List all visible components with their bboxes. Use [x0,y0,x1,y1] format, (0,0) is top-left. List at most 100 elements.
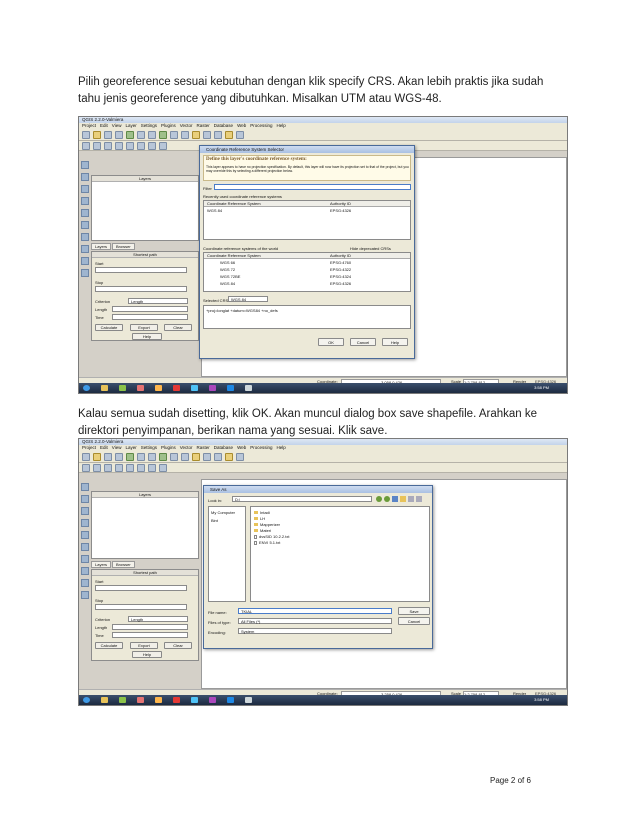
menu-plugins[interactable]: Plugins [161,445,176,450]
encoding-select[interactable]: System [238,628,392,634]
start-icon[interactable] [83,385,90,391]
list-item[interactable]: Intadi [254,510,270,515]
cut-icon[interactable] [148,141,156,150]
world-row-id[interactable]: EPSG:4326 [330,281,351,286]
menu-help[interactable]: Help [277,123,286,128]
move-feature-icon[interactable] [115,141,123,150]
move-feature-icon[interactable] [115,463,123,472]
menu-view[interactable]: View [112,123,122,128]
world-row-name[interactable]: WGS 66 [220,260,235,265]
start-icon[interactable] [83,697,90,703]
app-icon[interactable] [245,697,252,703]
tab-browser[interactable]: Browser [112,243,135,250]
edit-icon[interactable] [82,463,90,472]
add-postgis-icon[interactable] [81,185,89,193]
back-icon[interactable] [376,496,382,502]
place-bint[interactable]: Bint [211,518,218,523]
edit-icon[interactable] [82,141,90,150]
menu-settings[interactable]: Settings [141,123,157,128]
menu-database[interactable]: Database [214,445,233,450]
add-wfs-icon[interactable] [81,245,89,253]
word-icon[interactable] [227,385,234,391]
app-icon[interactable] [209,697,216,703]
attribute-table-icon[interactable] [203,130,211,139]
save-project-icon[interactable] [104,130,112,139]
open-project-icon[interactable] [93,452,101,461]
node-tool-icon[interactable] [126,463,134,472]
identify-icon[interactable] [170,452,178,461]
app-icon[interactable] [245,385,252,391]
app-icon[interactable] [155,697,162,703]
add-raster-icon[interactable] [81,173,89,181]
add-postgis-icon[interactable] [81,507,89,515]
node-tool-icon[interactable] [126,141,134,150]
cut-icon[interactable] [148,463,156,472]
clear-button[interactable]: Clear [164,324,192,331]
menu-database[interactable]: Database [214,123,233,128]
zoom-in-icon[interactable] [137,452,145,461]
app-icon[interactable] [137,697,144,703]
add-wcs-icon[interactable] [81,233,89,241]
criterion-select[interactable]: Length [128,616,188,622]
refresh-icon[interactable] [159,452,167,461]
explorer-icon[interactable] [101,697,108,703]
up-folder-icon[interactable] [392,496,398,502]
menu-settings[interactable]: Settings [141,445,157,450]
recent-row-id[interactable]: EPSG:4326 [330,208,351,213]
help-icon[interactable] [236,452,244,461]
new-shapefile-icon[interactable] [81,579,89,587]
print-icon[interactable] [115,130,123,139]
add-wcs-icon[interactable] [81,555,89,563]
stop-input[interactable] [95,286,187,292]
add-wms-icon[interactable] [81,221,89,229]
list-item[interactable]: Materi [254,528,271,533]
help-button[interactable]: Help [132,651,162,658]
world-row-id[interactable]: EPSG:4324 [330,274,351,279]
menu-plugins[interactable]: Plugins [161,123,176,128]
app-icon[interactable] [137,385,144,391]
recent-row-name[interactable]: WGS 84 [207,208,222,213]
select-icon[interactable] [181,130,189,139]
place-my-computer[interactable]: My Computer [211,510,235,515]
menu-raster[interactable]: Raster [197,445,210,450]
list-item[interactable]: LH [254,516,265,521]
map-tips-icon[interactable] [214,130,222,139]
export-button[interactable]: Export [130,324,158,331]
menu-vector[interactable]: Vector [180,123,193,128]
help-icon[interactable] [236,130,244,139]
menu-vector[interactable]: Vector [180,445,193,450]
world-row-name[interactable]: WGS 84 [220,281,235,286]
look-in-select[interactable]: D:\ [232,496,372,502]
menu-web[interactable]: Web [237,123,246,128]
help-button[interactable]: Help [132,333,162,340]
calculate-button[interactable]: Calculate [95,642,123,649]
new-folder-icon[interactable] [400,496,406,502]
tab-browser[interactable]: Browser [112,561,135,568]
menu-project[interactable]: Project [82,123,96,128]
attribute-table-icon[interactable] [203,452,211,461]
refresh-icon[interactable] [159,130,167,139]
world-row-id[interactable]: EPSG:4760 [330,260,351,265]
app-icon[interactable] [191,697,198,703]
list-item[interactable]: dvsSID 10.2.2.txt [254,534,289,539]
zoom-in-icon[interactable] [137,130,145,139]
clear-button[interactable]: Clear [164,642,192,649]
add-raster-icon[interactable] [81,495,89,503]
menu-help[interactable]: Help [277,445,286,450]
add-vector-icon[interactable] [81,161,89,169]
menu-edit[interactable]: Edit [100,445,108,450]
tab-layers[interactable]: Layers [91,561,112,568]
label-icon[interactable] [225,452,233,461]
browser-icon[interactable] [173,697,180,703]
start-input[interactable] [95,267,187,273]
add-wfs-icon[interactable] [81,567,89,575]
select-icon[interactable] [181,452,189,461]
qgis-icon[interactable] [119,385,126,391]
print-icon[interactable] [115,452,123,461]
menu-edit[interactable]: Edit [100,123,108,128]
new-project-icon[interactable] [82,452,90,461]
label-icon[interactable] [225,130,233,139]
cancel-button[interactable]: Cancel [350,338,376,346]
zoom-out-icon[interactable] [148,452,156,461]
forward-icon[interactable] [384,496,390,502]
